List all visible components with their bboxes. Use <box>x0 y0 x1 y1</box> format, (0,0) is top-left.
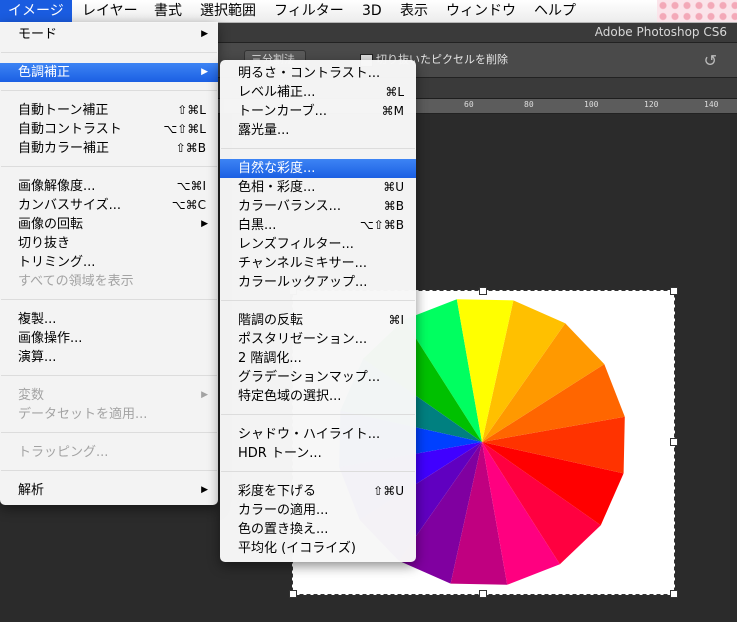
menu-item-desaturate[interactable]: 彩度を下げる ⇧⌘U <box>220 482 416 501</box>
menu-3d[interactable]: 3D <box>354 0 390 22</box>
ruler-label: 140 <box>704 100 719 109</box>
ruler-label: 100 <box>584 100 599 109</box>
menu-separator <box>1 375 217 376</box>
menu-separator <box>221 300 415 301</box>
menu-separator <box>221 471 415 472</box>
menu-item-exposure[interactable]: 露光量... <box>220 121 416 140</box>
menu-separator <box>1 299 217 300</box>
menu-item-analysis[interactable]: 解析 ▶ <box>0 481 218 500</box>
menu-item-auto-tone[interactable]: 自動トーン補正 ⇧⌘L <box>0 101 218 120</box>
menu-item-levels[interactable]: レベル補正... ⌘L <box>220 83 416 102</box>
menu-item-color-lookup[interactable]: カラールックアップ... <box>220 273 416 292</box>
crop-handle[interactable] <box>479 287 487 295</box>
submenu-arrow-icon: ▶ <box>201 29 208 39</box>
menu-separator <box>1 432 217 433</box>
crop-handle[interactable] <box>479 590 487 598</box>
ruler-label: 120 <box>644 100 659 109</box>
adjustments-submenu: 明るさ・コントラスト... レベル補正... ⌘L トーンカーブ... ⌘M 露光量… <box>220 60 416 562</box>
menu-item-mode[interactable]: モード ▶ <box>0 25 218 44</box>
menu-separator <box>1 166 217 167</box>
submenu-arrow-icon: ▶ <box>201 67 208 77</box>
menu-type[interactable]: 書式 <box>146 0 190 22</box>
menu-item-crop[interactable]: 切り抜き <box>0 234 218 253</box>
menu-item-canvas-size[interactable]: カンバスサイズ... ⌥⌘C <box>0 196 218 215</box>
menu-item-trim[interactable]: トリミング... <box>0 253 218 272</box>
menu-item-color-balance[interactable]: カラーバランス... ⌘B <box>220 197 416 216</box>
submenu-arrow-icon: ▶ <box>201 219 208 229</box>
menu-image[interactable]: イメージ <box>0 0 72 22</box>
menu-window[interactable]: ウィンドウ <box>438 0 524 22</box>
menu-item-apply-image[interactable]: 画像操作... <box>0 329 218 348</box>
menu-separator <box>1 470 217 471</box>
menu-item-shadows-highlights[interactable]: シャドウ・ハイライト... <box>220 425 416 444</box>
menu-item-curves[interactable]: トーンカーブ... ⌘M <box>220 102 416 121</box>
menu-view[interactable]: 表示 <box>392 0 436 22</box>
crop-handle[interactable] <box>670 438 678 446</box>
menu-item-auto-color[interactable]: 自動カラー補正 ⇧⌘B <box>0 139 218 158</box>
menu-item-apply-dataset: データセットを適用... <box>18 407 148 422</box>
menu-separator <box>221 414 415 415</box>
menu-item-gradient-map[interactable]: グラデーションマップ... <box>220 368 416 387</box>
menu-item-adjustments[interactable]: 色調補正 ▶ <box>0 63 218 82</box>
menu-item-brightness-contrast[interactable]: 明るさ・コントラスト... <box>220 64 416 83</box>
menu-item-invert[interactable]: 階調の反転 ⌘I <box>220 311 416 330</box>
reset-icon[interactable]: ↺ <box>704 51 717 70</box>
menubar-pattern <box>657 0 737 22</box>
menu-item-auto-contrast[interactable]: 自動コントラスト ⌥⇧⌘L <box>0 120 218 139</box>
menu-item-threshold[interactable]: 2 階調化... <box>220 349 416 368</box>
ruler-label: 80 <box>524 100 534 109</box>
menu-item-match-color[interactable]: カラーの適用... <box>220 501 416 520</box>
menu-item-replace-color[interactable]: 色の置き換え... <box>220 520 416 539</box>
menu-item-photo-filter[interactable]: レンズフィルター... <box>220 235 416 254</box>
menu-item-selective-color[interactable]: 特定色域の選択... <box>220 387 416 406</box>
menu-help[interactable]: ヘルプ <box>526 0 584 22</box>
menu-item-channel-mixer[interactable]: チャンネルミキサー... <box>220 254 416 273</box>
app-titlebar: Adobe Photoshop CS6 <box>218 22 737 43</box>
menu-item-hue-saturation[interactable]: 色相・彩度... ⌘U <box>220 178 416 197</box>
menu-item-image-size[interactable]: 画像解像度... ⌥⌘I <box>0 177 218 196</box>
crop-handle[interactable] <box>670 287 678 295</box>
menu-separator <box>1 90 217 91</box>
menu-bar: イメージ レイヤー 書式 選択範囲 フィルター 3D 表示 ウィンドウ ヘルプ <box>0 0 737 23</box>
menu-filter[interactable]: フィルター <box>266 0 352 22</box>
menu-item-variables: 変数 ▶ <box>18 388 208 403</box>
ruler-label: 60 <box>464 100 474 109</box>
menu-item-hdr-toning[interactable]: HDR トーン... <box>220 444 416 463</box>
menu-item-calculations[interactable]: 演算... <box>0 348 218 367</box>
menu-item-image-rotation[interactable]: 画像の回転 ▶ <box>0 215 218 234</box>
menu-item-vibrance[interactable]: 自然な彩度... <box>220 159 416 178</box>
menu-item-trapping: トラッピング... <box>18 445 109 460</box>
menu-item-duplicate[interactable]: 複製... <box>0 310 218 329</box>
menu-separator <box>221 148 415 149</box>
menu-item-black-white[interactable]: 白黒... ⌥⇧⌘B <box>220 216 416 235</box>
submenu-arrow-icon: ▶ <box>201 390 208 400</box>
menu-item-equalize[interactable]: 平均化 (イコライズ) <box>220 539 416 558</box>
crop-handle[interactable] <box>289 590 297 598</box>
submenu-arrow-icon: ▶ <box>201 485 208 495</box>
crop-handle[interactable] <box>670 590 678 598</box>
image-menu: モード ▶ 色調補正 ▶ 自動トーン補正 ⇧⌘L 自動コントラスト ⌥⇧⌘L 自動カラー… <box>0 22 218 505</box>
menu-item-reveal-all: すべての領域を表示 <box>18 274 134 289</box>
menu-layer[interactable]: レイヤー <box>74 0 146 22</box>
menu-select[interactable]: 選択範囲 <box>192 0 264 22</box>
menu-item-posterize[interactable]: ポスタリゼーション... <box>220 330 416 349</box>
app-title: Adobe Photoshop CS6 <box>594 25 727 39</box>
menu-separator <box>1 52 217 53</box>
